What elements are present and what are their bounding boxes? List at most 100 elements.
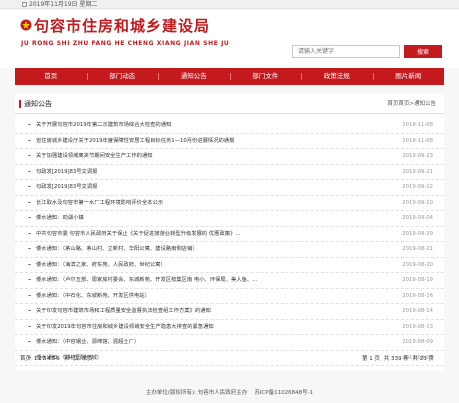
- emblem-icon: [20, 19, 32, 31]
- item-date: 2019-08-13: [402, 323, 433, 330]
- item-date: 2019-09-04: [402, 215, 433, 221]
- page-links: 首页 123456 下一页 末页: [20, 353, 94, 365]
- page-link-2[interactable]: 2: [38, 356, 42, 362]
- pagination: 首页 123456 下一页 末页 第 1 页 共 339 条 共 23 页: [15, 353, 444, 365]
- list-item[interactable]: 倭水通知：（茅山路、茅山村、立新村、华阳公寓、建设路南侧店铺） 2019-08-2…: [15, 242, 444, 258]
- item-date: 2019-09-10: [402, 199, 433, 206]
- bullet-icon: [28, 279, 31, 280]
- date-text: 2019年11月19日 星期二: [29, 1, 98, 8]
- item-date: 2019-11-08: [402, 122, 433, 128]
- bullet-icon: [28, 232, 31, 234]
- list-item[interactable]: 关于开展句容市2019年第二次建筑市场综合大检查的通知 2019-11-08: [15, 118, 444, 134]
- item-title[interactable]: 倭水通知：（中石化、东城新苑、开发区供电站）: [36, 292, 386, 301]
- page-link-5[interactable]: 5: [52, 356, 56, 362]
- item-title[interactable]: 倭水通知：（茅山路、茅山村、立新村、华阳公寓、建设路南侧店铺）: [36, 245, 386, 254]
- top-bar: 2019年11月19日 星期二: [0, 0, 459, 9]
- item-date: 2019-09-23: [402, 153, 433, 159]
- footer-sponsor: 主办单位(版权所有): 句容市人民政府主办: [145, 390, 248, 396]
- item-date: 2019-08-16: [402, 292, 433, 299]
- list-item[interactable]: 关于印发2019年句容市住房和城乡建设领域安全生产隐患大排查的紧急通知 2019-…: [15, 320, 444, 335]
- item-date: 2019-08-19: [402, 277, 433, 283]
- list-item[interactable]: 倭水通知：（中容钢业、源绵馆、混超土厂） 2019-08-09: [15, 335, 444, 351]
- notices-panel: 通知公告 首页首页>通知公告 关于开展句容市2019年第二次建筑市场综合大检查的…: [15, 94, 444, 371]
- page-link-3[interactable]: 3: [43, 356, 47, 362]
- bullet-icon: [28, 325, 31, 327]
- item-title[interactable]: 关于印发2019年句容市住房和城乡建设领域安全生产隐患大排查的紧急通知: [36, 323, 386, 332]
- search-input[interactable]: [292, 45, 400, 58]
- item-title[interactable]: 句政发[2019]83号文调报: [36, 183, 386, 192]
- panel-header: 通知公告 首页首页>通知公告: [15, 94, 444, 114]
- total-records: 共 339 条: [383, 356, 409, 362]
- item-date: 2019-08-21: [402, 246, 433, 252]
- nav-item-dept-files[interactable]: 部门文件: [229, 68, 302, 85]
- site-title-pinyin: JU RONG SHI ZHU FANG HE CHENG XIANG JIAN…: [21, 40, 230, 47]
- item-date: 2019-11-08: [402, 137, 433, 144]
- bullet-icon: [28, 294, 31, 296]
- site-footer: 主办单位(版权所有): 句容市人民政府主办 苏ICP备11026848号-1: [0, 384, 459, 403]
- item-title[interactable]: 关于开展句容市2019年第二次建筑市场综合大检查的通知: [36, 121, 386, 130]
- item-date: 2019-09-21: [402, 168, 433, 175]
- item-date: 2019-08-14: [402, 308, 433, 314]
- item-title[interactable]: 句政发[2019]83号文调报: [36, 168, 386, 177]
- main-nav: 首页 部门动态 通知公告 部门文件 政策法规 图片新闻: [15, 68, 444, 85]
- calendar-icon: [22, 2, 27, 7]
- page-link-1[interactable]: 1: [34, 356, 38, 362]
- nav-item-photo-news[interactable]: 图片新闻: [372, 68, 445, 85]
- list-item[interactable]: 倭水通知：（海滨之家、府东苑、人民政府、世纪公寓） 2019-08-20: [15, 258, 444, 273]
- list-item[interactable]: 关于印发句容市建筑市场和工程质量安全监督执法检查组工作方案》的通知 2019-08…: [15, 304, 444, 320]
- item-date: 2019-09-12: [402, 184, 433, 190]
- item-date: 2019-08-20: [402, 261, 433, 268]
- list-item[interactable]: 句政发[2019]83号文调报 2019-09-21: [15, 165, 444, 180]
- bullet-icon: [28, 186, 31, 187]
- current-page: 第 1 页: [362, 356, 380, 362]
- item-date: 2019-08-29: [402, 230, 433, 237]
- item-title[interactable]: 倭水通知：（卢尔五部、周家房村委会、东城新苑、开发区枝集区南 电小、环保局、美人…: [36, 276, 386, 285]
- nav-item-notices[interactable]: 通知公告: [158, 68, 230, 85]
- bullet-icon: [28, 170, 31, 172]
- site-title: 句容市住房和城乡建设局: [34, 17, 211, 35]
- page-link-4[interactable]: 4: [47, 356, 51, 362]
- page-link-6[interactable]: 6: [56, 356, 60, 362]
- list-item[interactable]: 倭水通知：劲湖小镇 2019-09-04: [15, 211, 444, 227]
- site-header: 句容市住房和城乡建设局 JU RONG SHI ZHU FANG HE CHEN…: [0, 10, 459, 68]
- page-info: 第 1 页 共 339 条 共 23 页: [360, 353, 434, 365]
- item-title[interactable]: 倭水通知：劲湖小镇: [36, 214, 386, 223]
- title-marker: [19, 100, 21, 108]
- next-page-link[interactable]: 下一页: [63, 356, 80, 362]
- list-item[interactable]: 省住房城乡建设厅关于2019年度保障性安居工程目标任务1—10月份进展情况的通报…: [15, 134, 444, 149]
- notice-list: 关于开展句容市2019年第二次建筑市场综合大检查的通知 2019-11-08 省住…: [15, 118, 444, 366]
- bullet-icon: [28, 310, 31, 311]
- nav-item-home[interactable]: 首页: [15, 68, 87, 85]
- list-item[interactable]: 关于加强建设领域离夹节期间安全生产工作的通知 2019-09-23: [15, 149, 444, 165]
- footer-icp[interactable]: 苏ICP备11026848号-1: [254, 390, 313, 396]
- breadcrumb[interactable]: 首页首页>通知公告: [387, 100, 436, 109]
- bullet-icon: [28, 248, 31, 249]
- nav-item-dept-news[interactable]: 部门动态: [86, 68, 159, 85]
- search-button[interactable]: 搜索: [404, 45, 442, 58]
- bullet-icon: [28, 155, 31, 156]
- list-item[interactable]: 倭水通知：（中石化、东城新苑、开发区供电站） 2019-08-16: [15, 289, 444, 304]
- panel-title: 通知公告: [24, 100, 52, 108]
- list-item[interactable]: 倭水通知：（卢尔五部、周家房村委会、东城新苑、开发区枝集区南 电小、环保局、美人…: [15, 273, 444, 289]
- list-item[interactable]: 中共句容市委 句容市人民政府关于保止《关于促进旅游业转型升级发展的 优惠政策》.…: [15, 227, 444, 242]
- date-display: 2019年11月19日 星期二: [22, 0, 97, 9]
- item-title[interactable]: 倭水通知：（海滨之家、府东苑、人民政府、世纪公寓）: [36, 261, 386, 270]
- item-title[interactable]: 倭水通知：（中容钢业、源绵馆、混超土厂）: [36, 338, 386, 347]
- item-title[interactable]: 中共句容市委 句容市人民政府关于保止《关于促进旅游业转型升级发展的 优惠政策》.…: [36, 230, 386, 239]
- list-item[interactable]: 句政发[2019]83号文调报 2019-09-12: [15, 180, 444, 196]
- first-page-link[interactable]: 首页: [20, 356, 31, 362]
- list-item[interactable]: 长江取水及句容市第一水厂工程环境影响评价全本公示 2019-09-10: [15, 196, 444, 211]
- bullet-icon: [28, 139, 31, 141]
- total-pages: 共 23 页: [412, 356, 435, 362]
- last-page-link[interactable]: 末页: [82, 356, 93, 362]
- bullet-icon: [28, 263, 31, 265]
- bullet-icon: [28, 124, 31, 125]
- bullet-icon: [28, 201, 31, 203]
- item-date: 2019-08-09: [402, 339, 433, 345]
- bullet-icon: [28, 217, 31, 218]
- nav-item-policies[interactable]: 政策法规: [301, 68, 373, 85]
- item-title[interactable]: 关于印发句容市建筑市场和工程质量安全监督执法检查组工作方案》的通知: [36, 307, 386, 316]
- item-title[interactable]: 长江取水及句容市第一水厂工程环境影响评价全本公示: [36, 199, 386, 208]
- item-title[interactable]: 省住房城乡建设厅关于2019年度保障性安居工程目标任务1—10月份进展情况的通报: [36, 137, 386, 146]
- item-title[interactable]: 关于加强建设领域离夹节期间安全生产工作的通知: [36, 152, 386, 161]
